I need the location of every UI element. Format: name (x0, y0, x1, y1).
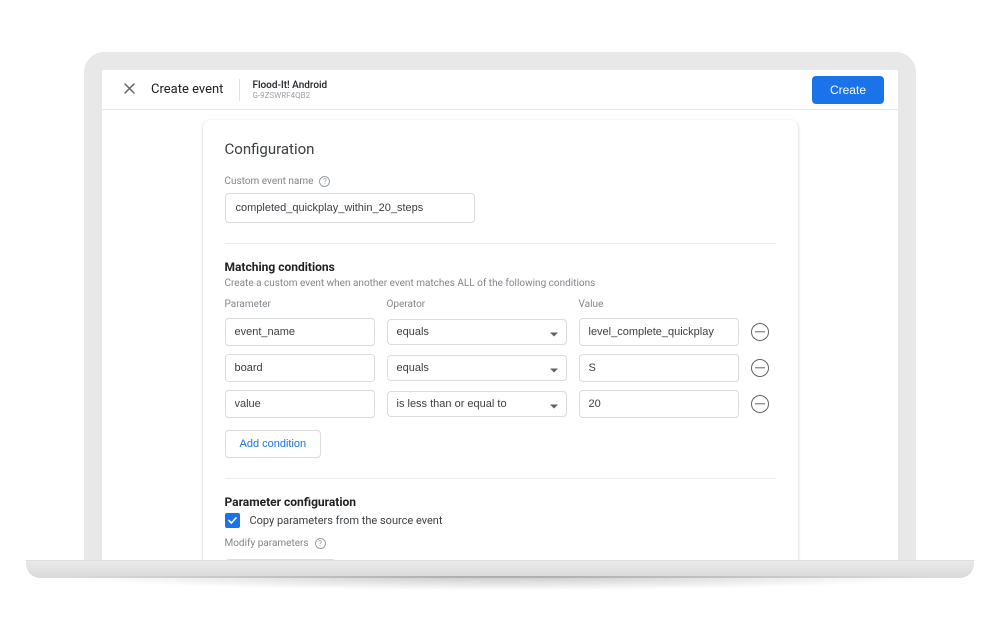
remove-condition-icon[interactable] (751, 359, 769, 377)
col-header-operator: Operator (387, 299, 567, 310)
page-title: Create event (151, 82, 223, 97)
add-condition-button[interactable]: Add condition (225, 430, 322, 458)
help-icon[interactable]: ? (319, 176, 330, 187)
card-title: Configuration (225, 140, 776, 158)
parameter-config-heading: Parameter configuration (225, 495, 776, 509)
divider (225, 478, 776, 479)
custom-event-name-input[interactable] (225, 193, 475, 223)
custom-event-label: Custom event name (225, 176, 314, 187)
modify-params-label-row: Modify parameters ? (225, 538, 776, 549)
help-icon[interactable]: ? (315, 538, 326, 549)
matching-conditions-heading: Matching conditions (225, 260, 776, 274)
condition-operator-select[interactable] (387, 319, 567, 345)
close-icon[interactable] (116, 78, 143, 102)
condition-value-input[interactable] (579, 354, 739, 382)
copy-params-row: Copy parameters from the source event (225, 513, 776, 528)
custom-event-label-row: Custom event name ? (225, 176, 776, 187)
project-name: Flood-It! Android (252, 80, 327, 91)
condition-parameter-input[interactable] (225, 318, 375, 346)
condition-operator-select[interactable] (387, 391, 567, 417)
laptop-shadow (60, 576, 940, 600)
remove-condition-icon[interactable] (751, 323, 769, 341)
screen: Create event Flood-It! Android G-9ZSWRF4… (102, 70, 898, 560)
divider (239, 79, 240, 101)
page-body: Configuration Custom event name ? Matchi… (102, 110, 898, 560)
topbar: Create event Flood-It! Android G-9ZSWRF4… (102, 70, 898, 110)
condition-value-input[interactable] (579, 318, 739, 346)
copy-params-checkbox[interactable] (225, 513, 240, 528)
config-card: Configuration Custom event name ? Matchi… (203, 120, 798, 560)
condition-parameter-input[interactable] (225, 390, 375, 418)
project-id: G-9ZSWRF4QB2 (252, 91, 327, 100)
col-header-parameter: Parameter (225, 299, 375, 310)
divider (225, 243, 776, 244)
condition-parameter-input[interactable] (225, 354, 375, 382)
condition-value-input[interactable] (579, 390, 739, 418)
laptop-frame: Create event Flood-It! Android G-9ZSWRF4… (84, 52, 916, 560)
remove-condition-icon[interactable] (751, 395, 769, 413)
conditions-grid: Parameter Operator Value (225, 299, 776, 418)
copy-params-label: Copy parameters from the source event (250, 514, 443, 527)
condition-operator-select[interactable] (387, 355, 567, 381)
project-block: Flood-It! Android G-9ZSWRF4QB2 (252, 80, 327, 100)
create-button[interactable]: Create (812, 76, 884, 104)
modify-params-label: Modify parameters (225, 538, 309, 549)
col-header-value: Value (579, 299, 739, 310)
matching-conditions-subtext: Create a custom event when another event… (225, 278, 776, 289)
